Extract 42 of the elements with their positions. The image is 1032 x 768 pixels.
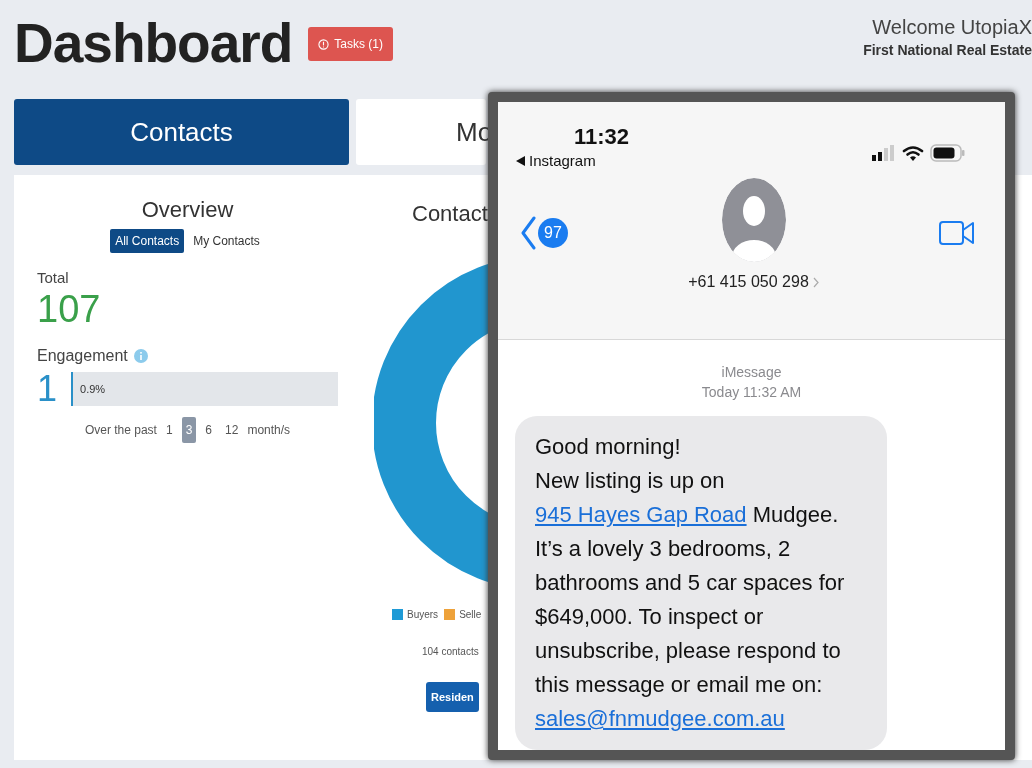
legend-label: Selle bbox=[459, 609, 482, 620]
avatar-silhouette-icon bbox=[720, 177, 787, 263]
page-title: Dashboard bbox=[14, 11, 293, 76]
stat-label: Total bbox=[37, 269, 70, 286]
message-link[interactable]: 945 Hayes Gap Road bbox=[535, 502, 747, 527]
chevron-right-icon bbox=[812, 276, 819, 288]
legend-label: Buyers bbox=[407, 609, 439, 620]
back-button[interactable]: 97 bbox=[520, 216, 568, 250]
tab[interactable]: Contacts bbox=[14, 99, 349, 165]
stat-label: Engagement bbox=[37, 347, 128, 365]
contacts-summary: 104 contacts bbox=[422, 646, 479, 657]
chevron-left-icon bbox=[520, 216, 536, 250]
wifi-icon bbox=[902, 144, 924, 162]
message-bubble: Good morning! New listing is up on 945 Hayes Gap Road Mudgee. It’s a lovely 3 bedrooms, 2 bathrooms and 5 car spaces for $649,000. To inspect or unsubscribe, please respond to this message or email me on: sales@fnmudgee.com.au bbox=[515, 416, 887, 750]
contact-number[interactable]: +61 415 050 298 bbox=[688, 273, 819, 291]
service-label: iMessage bbox=[720, 364, 783, 380]
alert-icon bbox=[318, 38, 330, 50]
engagement-percent: 0.9% bbox=[80, 383, 106, 395]
company-name: First National Real Estate bbox=[863, 42, 1032, 58]
section-title: Overview bbox=[140, 197, 235, 223]
video-camera-icon[interactable] bbox=[939, 219, 975, 247]
engagement-count: 1 bbox=[37, 371, 58, 407]
signal-icon bbox=[872, 145, 896, 161]
period-unit: month/s bbox=[247, 423, 291, 437]
welcome-text: Welcome UtopiaX bbox=[872, 16, 1032, 39]
message-link[interactable]: sales@fnmudgee.com.au bbox=[535, 706, 785, 731]
chart-title: Contact bbox=[412, 201, 489, 227]
filter-toggle[interactable]: All Contacts bbox=[110, 229, 185, 253]
message-timestamp: Today 11:32 AM bbox=[700, 384, 803, 400]
unread-count-badge: 97 bbox=[538, 218, 568, 248]
status-time: 11:32 bbox=[574, 124, 630, 150]
stat-value: 107 bbox=[37, 288, 102, 331]
back-to-app-link[interactable]: Instagram bbox=[516, 152, 630, 169]
category-button[interactable]: Residen bbox=[426, 682, 479, 712]
tasks-button[interactable]: Tasks (1) bbox=[308, 27, 393, 61]
period-option[interactable]: 12 bbox=[221, 417, 243, 443]
filter-toggle[interactable]: My Contacts bbox=[188, 229, 265, 253]
period-option[interactable]: 6 bbox=[201, 417, 217, 443]
triangle-icon bbox=[516, 155, 525, 166]
period-label: Over the past bbox=[84, 423, 157, 437]
battery-icon bbox=[930, 144, 965, 162]
period-option[interactable]: 1 bbox=[161, 417, 177, 443]
